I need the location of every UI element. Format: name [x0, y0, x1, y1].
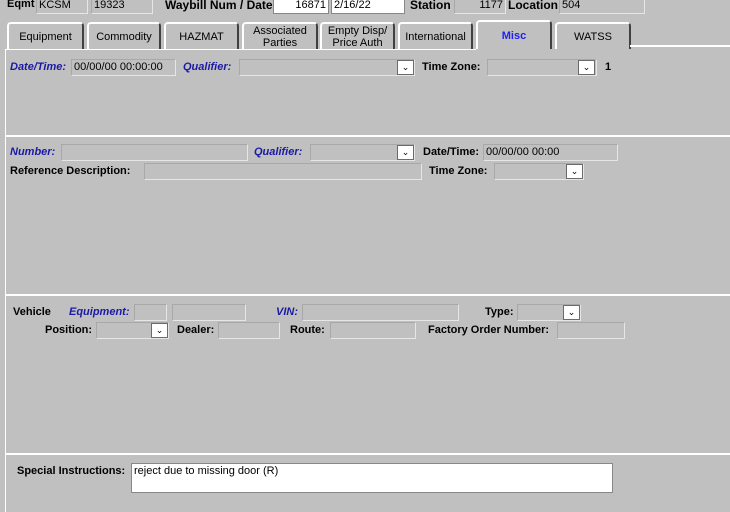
timezone-label: Time Zone:: [422, 61, 481, 73]
tab-label: Misc: [501, 29, 527, 42]
chevron-down-icon[interactable]: ⌄: [578, 60, 595, 75]
tab-strip-divider: [630, 45, 730, 47]
tab-associated-parties[interactable]: Associated Parties: [242, 22, 318, 49]
section-border: [5, 137, 6, 294]
tab-strip-baseline: [5, 49, 476, 50]
tab-label: Equipment: [19, 30, 72, 43]
tab-label: Commodity: [96, 30, 152, 43]
section-divider: [5, 294, 730, 296]
tab-label: Associated Parties: [253, 24, 307, 49]
tab-label: International: [405, 30, 466, 43]
station-label: Station: [410, 0, 451, 12]
datetime-field[interactable]: 00/00/00 00:00: [483, 144, 618, 161]
special-instructions-field[interactable]: reject due to missing door (R): [131, 463, 613, 493]
number-label: Number:: [10, 146, 56, 158]
timezone-label: Time Zone:: [429, 165, 488, 177]
chevron-down-icon[interactable]: ⌄: [566, 164, 583, 179]
reference-description-field[interactable]: [144, 163, 422, 180]
equipment-number-field[interactable]: [172, 304, 246, 321]
section-border: [5, 296, 6, 453]
vehicle-label: Vehicle: [13, 306, 51, 318]
datetime-field[interactable]: 00/00/00 00:00:00: [71, 59, 176, 76]
chevron-down-icon[interactable]: ⌄: [397, 145, 414, 160]
chevron-down-icon[interactable]: ⌄: [563, 305, 580, 320]
equipment-label: Equipment:: [69, 306, 130, 318]
tab-label: HAZMAT: [179, 30, 224, 43]
qualifier-label: Qualifier:: [183, 61, 232, 73]
tab-equipment[interactable]: Equipment: [7, 22, 84, 49]
dealer-label: Dealer:: [177, 324, 215, 336]
factory-order-number-label: Factory Order Number:: [428, 324, 550, 336]
special-instructions-label: Special Instructions:: [17, 465, 126, 477]
qualifier-select[interactable]: [239, 59, 415, 76]
waybill-date-field[interactable]: 2/16/22: [331, 0, 405, 14]
tab-hazmat[interactable]: HAZMAT: [164, 22, 239, 49]
datetime-label: Date/Time:: [423, 146, 480, 158]
tab-commodity[interactable]: Commodity: [87, 22, 161, 49]
station-field[interactable]: 1177: [454, 0, 506, 14]
location-field[interactable]: 504: [559, 0, 645, 14]
eqmt-number-field[interactable]: 19323: [91, 0, 153, 14]
factory-order-number-field[interactable]: [557, 322, 625, 339]
vin-field[interactable]: [302, 304, 459, 321]
tab-label: Empty Disp/ Price Auth: [327, 24, 388, 49]
tab-label: WATSS: [574, 30, 612, 43]
tab-watss[interactable]: WATSS: [555, 22, 631, 49]
route-field[interactable]: [330, 322, 416, 339]
reference-description-label: Reference Description:: [10, 165, 131, 177]
section-border: [5, 50, 6, 136]
equipment-initial-field[interactable]: [134, 304, 167, 321]
tab-misc[interactable]: Misc: [476, 20, 552, 49]
tab-international[interactable]: International: [398, 22, 473, 49]
qualifier-label: Qualifier:: [254, 146, 303, 158]
chevron-down-icon[interactable]: ⌄: [151, 323, 168, 338]
datetime-label: Date/Time:: [10, 61, 67, 73]
position-label: Position:: [45, 324, 93, 336]
number-field[interactable]: [61, 144, 248, 161]
eqmt-label: Eqmt: [7, 0, 35, 10]
waybill-label: Waybill Num / Date: [165, 0, 273, 12]
waybill-num-field[interactable]: 16871: [273, 0, 329, 14]
tab-empty-disp-price-auth[interactable]: Empty Disp/ Price Auth: [320, 22, 395, 49]
type-label: Type:: [485, 306, 514, 318]
dealer-field[interactable]: [218, 322, 280, 339]
section-divider: [5, 135, 730, 137]
route-label: Route:: [290, 324, 325, 336]
location-label: Location: [508, 0, 558, 12]
chevron-down-icon[interactable]: ⌄: [397, 60, 414, 75]
section-divider: [5, 453, 730, 455]
vin-label: VIN:: [276, 306, 298, 318]
section-border: [5, 455, 6, 512]
eqmt-initial-field[interactable]: KCSM: [36, 0, 88, 14]
record-counter: 1: [605, 61, 612, 73]
